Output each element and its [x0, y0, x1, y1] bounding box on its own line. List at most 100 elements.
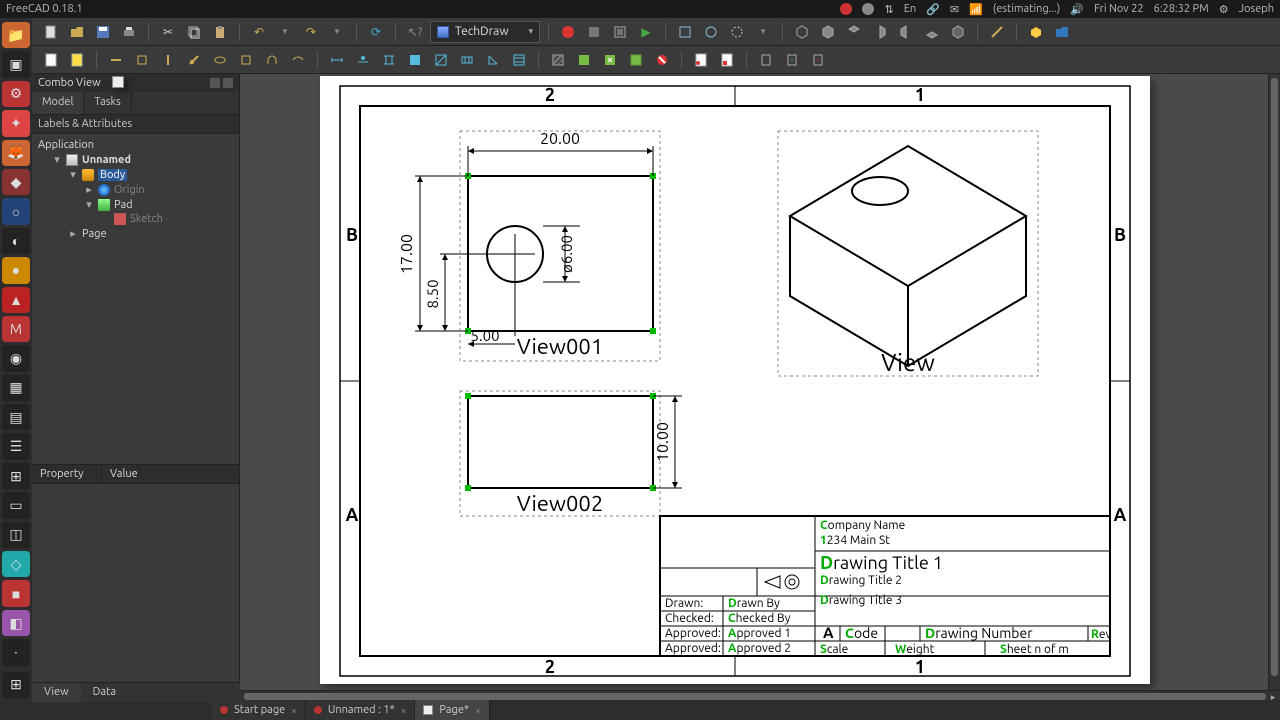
projection-icon[interactable]: [131, 49, 153, 71]
clip-plus-icon[interactable]: +: [781, 49, 803, 71]
new-page-template-icon[interactable]: [66, 49, 88, 71]
draft-icon[interactable]: [235, 49, 257, 71]
dim-diameter-icon[interactable]: [430, 49, 452, 71]
launcher-mail-icon[interactable]: M: [2, 316, 30, 342]
launcher-freecad-icon[interactable]: ⚙: [2, 81, 30, 107]
launcher-app12-icon[interactable]: ◫: [2, 522, 30, 548]
insert-view-icon[interactable]: [105, 49, 127, 71]
user-name[interactable]: Joseph: [1239, 3, 1274, 15]
clip-add-icon[interactable]: [755, 49, 777, 71]
refresh-icon[interactable]: ⟳: [365, 21, 387, 43]
view-bottom-icon[interactable]: [921, 21, 943, 43]
spreadsheet-icon[interactable]: [287, 49, 309, 71]
toggle-frame-icon[interactable]: [651, 49, 673, 71]
print-icon[interactable]: [118, 21, 140, 43]
undo-menu-icon[interactable]: ▼: [274, 21, 296, 43]
tree-document[interactable]: ▾Unnamed: [34, 152, 237, 167]
hatch-geom-icon[interactable]: [573, 49, 595, 71]
launcher-firefox-icon[interactable]: 🦊: [2, 140, 30, 166]
tree-sketch[interactable]: Sketch: [34, 212, 237, 226]
volume-icon[interactable]: 🔊: [1070, 3, 1084, 16]
launcher-terminal-icon[interactable]: ▣: [2, 51, 30, 77]
property-body[interactable]: [32, 484, 239, 703]
macro-record-icon[interactable]: [557, 21, 579, 43]
launcher-app7-icon[interactable]: ▦: [2, 375, 30, 401]
launcher-app10-icon[interactable]: ⊞: [2, 463, 30, 489]
clip-minus-icon[interactable]: −: [807, 49, 829, 71]
macro-play-icon[interactable]: ▶: [635, 21, 657, 43]
dim-length-icon[interactable]: [326, 49, 348, 71]
fit-all-icon[interactable]: [674, 21, 696, 43]
date[interactable]: Fri Nov 22: [1094, 3, 1144, 15]
lang-indicator[interactable]: En: [904, 3, 916, 15]
group-icon[interactable]: [1051, 21, 1073, 43]
hatch-icon[interactable]: [547, 49, 569, 71]
close-icon[interactable]: ×: [401, 705, 407, 716]
new-page-icon[interactable]: [40, 49, 62, 71]
dim-radius-icon[interactable]: [404, 49, 426, 71]
arch-icon[interactable]: [261, 49, 283, 71]
draw-style-menu-icon[interactable]: ▼: [752, 21, 774, 43]
annotation-icon[interactable]: [209, 49, 231, 71]
fit-sel-icon[interactable]: [700, 21, 722, 43]
doc-tab-start[interactable]: Start page×: [212, 700, 306, 720]
image-icon[interactable]: [625, 49, 647, 71]
dim-link-icon[interactable]: [508, 49, 530, 71]
launcher-app16-icon[interactable]: ·: [2, 639, 30, 665]
launcher-apps-icon[interactable]: ⊞: [2, 672, 30, 698]
redo-menu-icon[interactable]: ▼: [326, 21, 348, 43]
view-front-icon[interactable]: [817, 21, 839, 43]
detail-icon[interactable]: [183, 49, 205, 71]
view-left-icon[interactable]: [947, 21, 969, 43]
launcher-app13-icon[interactable]: ◇: [2, 551, 30, 577]
symbol-icon[interactable]: [599, 49, 621, 71]
tree-page[interactable]: ▸Page: [34, 226, 237, 241]
tree-body[interactable]: ▾Body: [34, 167, 237, 182]
macro-stop-icon[interactable]: [583, 21, 605, 43]
tab-data[interactable]: Data: [81, 683, 128, 702]
tray-icon[interactable]: [862, 3, 874, 15]
tree-application[interactable]: Application: [34, 138, 237, 152]
network-icon[interactable]: 📶: [969, 3, 983, 16]
launcher-obs-icon[interactable]: ◉: [2, 345, 30, 371]
launcher-app4-icon[interactable]: ◐: [2, 228, 30, 254]
export-dxf-icon[interactable]: [716, 49, 738, 71]
tab-model[interactable]: Model: [32, 92, 84, 114]
drawing-page[interactable]: 2 1 2 1 B B A A: [320, 76, 1150, 684]
panel-close-icon[interactable]: [223, 78, 233, 88]
workbench-selector[interactable]: TechDraw: [430, 21, 540, 43]
macro-list-icon[interactable]: [609, 21, 631, 43]
dim-angle-icon[interactable]: [456, 49, 478, 71]
launcher-app2-icon[interactable]: ◆: [2, 169, 30, 195]
record-indicator-icon[interactable]: [840, 3, 852, 15]
close-icon[interactable]: ×: [291, 705, 297, 716]
sync-icon[interactable]: ⇅: [884, 3, 893, 16]
launcher-app14-icon[interactable]: ■: [2, 580, 30, 606]
view-top-icon[interactable]: [843, 21, 865, 43]
doc-tab-model[interactable]: Unnamed : 1*×: [306, 700, 416, 720]
measure-icon[interactable]: [986, 21, 1008, 43]
link-icon[interactable]: 🔗: [926, 3, 940, 16]
mail-icon[interactable]: ✉: [950, 3, 959, 16]
settings-icon[interactable]: ⚙: [1219, 3, 1229, 16]
launcher-app5-icon[interactable]: ●: [2, 257, 30, 283]
time[interactable]: 6:28:32 PM: [1154, 3, 1209, 15]
copy-icon[interactable]: [183, 21, 205, 43]
section-icon[interactable]: [157, 49, 179, 71]
undo-icon[interactable]: ↶: [248, 21, 270, 43]
cut-icon[interactable]: ✂: [157, 21, 179, 43]
launcher-app1-icon[interactable]: ✦: [2, 110, 30, 136]
tree-origin[interactable]: ▸Origin: [34, 182, 237, 197]
redo-icon[interactable]: ↷: [300, 21, 322, 43]
dim-3pt-icon[interactable]: [482, 49, 504, 71]
dim-vertical-icon[interactable]: [378, 49, 400, 71]
view-iso-icon[interactable]: [791, 21, 813, 43]
export-svg-icon[interactable]: [690, 49, 712, 71]
save-icon[interactable]: [92, 21, 114, 43]
launcher-app6-icon[interactable]: ▲: [2, 287, 30, 313]
tree-pad[interactable]: ▾Pad: [34, 197, 237, 212]
close-icon[interactable]: ×: [475, 705, 481, 716]
draw-style-icon[interactable]: [726, 21, 748, 43]
panel-float-icon[interactable]: [210, 78, 220, 88]
drawing-canvas[interactable]: 2 1 2 1 B B A A: [240, 74, 1280, 702]
